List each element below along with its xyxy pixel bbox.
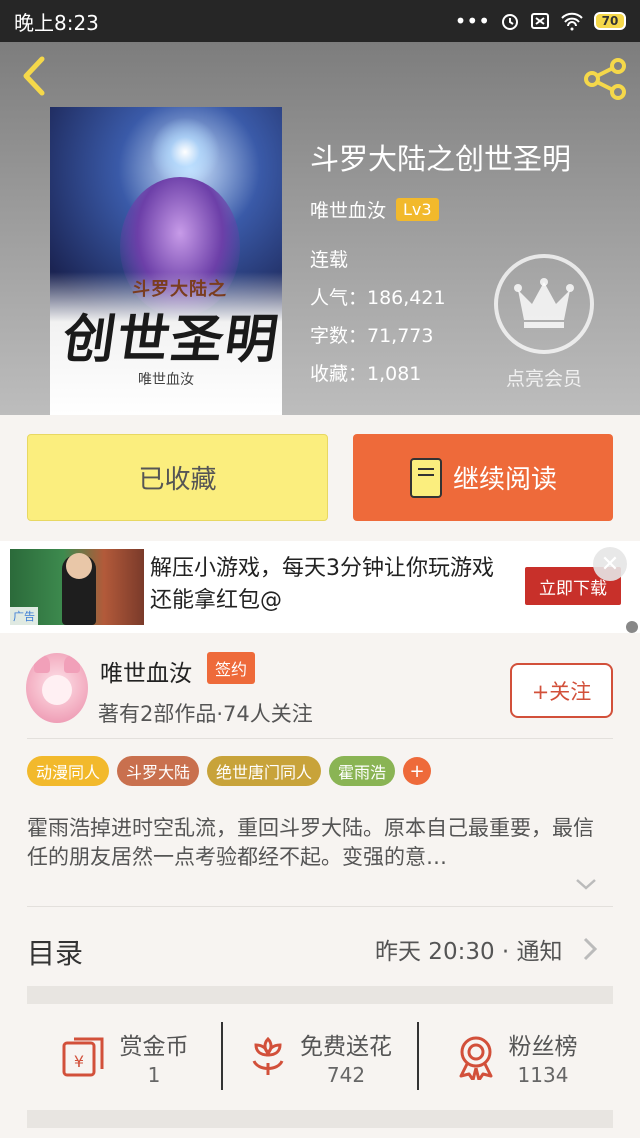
book-cover[interactable]: 斗罗大陆之 创世圣明 唯世血汝: [50, 107, 282, 415]
author-name[interactable]: 唯世血汝: [100, 654, 192, 688]
avatar[interactable]: [26, 653, 88, 723]
more-tags-button[interactable]: +: [403, 757, 432, 785]
chevron-left-icon: [23, 56, 45, 96]
book-title: 斗罗大陆之创世圣明: [310, 142, 572, 176]
book-header: 斗罗大陆之 创世圣明 唯世血汝 斗罗大陆之创世圣明 唯世血汝 Lv3 连载 人气…: [0, 42, 640, 415]
flower-icon: [252, 1036, 284, 1075]
divider: [27, 738, 613, 739]
ad-image: 广告: [10, 549, 144, 625]
section-separator: [27, 1110, 613, 1128]
action-label: 免费送花: [300, 1034, 392, 1060]
cover-author: 唯世血汝: [138, 372, 194, 388]
alarm-icon: [502, 14, 518, 30]
ad-info-icon[interactable]: [626, 621, 638, 633]
collected-button[interactable]: 已收藏: [27, 434, 328, 521]
book-favorites: 收藏：1,081: [310, 363, 422, 385]
book-icon: [409, 457, 442, 498]
action-count: 742: [326, 1063, 366, 1087]
vip-button[interactable]: [494, 254, 594, 354]
action-label: 粉丝榜: [508, 1034, 578, 1060]
tag-list: 动漫同人 斗罗大陆 绝世唐门同人 霍雨浩 +: [27, 756, 432, 786]
wifi-icon: [561, 12, 583, 31]
status-icons: ••• 70: [455, 9, 626, 33]
level-badge: Lv3: [396, 198, 439, 221]
book-status: 连载: [310, 249, 349, 271]
status-time: 晚上8:23: [14, 10, 99, 35]
section-separator: [27, 986, 613, 1004]
svg-text:¥: ¥: [73, 1052, 83, 1071]
support-actions: ¥ 赏金币 1 免费送花 742 粉丝榜 1134: [27, 1022, 613, 1092]
continue-reading-button[interactable]: 继续阅读: [353, 434, 613, 521]
tag-chip[interactable]: 绝世唐门同人: [207, 756, 322, 786]
toc-update-info[interactable]: 昨天 20:30 · 通知: [375, 932, 563, 966]
cover-title: 创世圣明: [59, 309, 282, 370]
back-button[interactable]: [12, 54, 56, 98]
book-author[interactable]: 唯世血汝: [310, 196, 386, 223]
book-word-count: 字数：71,773: [310, 325, 434, 347]
book-author-row: 唯世血汝 Lv3: [310, 196, 439, 223]
book-popularity: 人气：186,421: [310, 287, 446, 309]
divider: [27, 906, 613, 907]
continue-reading-label: 继续阅读: [452, 465, 557, 495]
ad-text: 解压小游戏，每天3分钟让你玩游戏还能拿红包@: [150, 556, 494, 613]
share-icon: [584, 58, 626, 100]
signed-badge: 签约: [207, 652, 256, 684]
reward-coin-icon: ¥: [62, 1037, 103, 1077]
vip-label: 点亮会员: [505, 368, 582, 390]
toc-title[interactable]: 目录: [27, 932, 83, 972]
status-bar: 晚上8:23 ••• 70: [0, 0, 640, 42]
chevron-down-icon[interactable]: [574, 874, 598, 894]
ad-label: 广告: [10, 607, 38, 625]
notification-off-icon: [531, 13, 549, 29]
follow-button[interactable]: +关注: [510, 663, 613, 718]
tag-chip[interactable]: 霍雨浩: [329, 756, 396, 786]
author-meta: 著有2部作品·74人关注: [98, 702, 313, 726]
action-label: 赏金币: [119, 1034, 189, 1060]
tag-chip[interactable]: 斗罗大陆: [117, 756, 200, 786]
ad-close-button[interactable]: ✕: [593, 547, 627, 581]
fan-ranking-button[interactable]: 粉丝榜 1134: [419, 1022, 613, 1092]
reward-coin-button[interactable]: ¥ 赏金币 1: [27, 1022, 221, 1092]
action-count: 1134: [517, 1063, 569, 1087]
battery-icon: 70: [594, 12, 626, 30]
chevron-right-icon[interactable]: [580, 935, 600, 963]
book-description[interactable]: 霍雨浩掉进时空乱流，重回斗罗大陆。原本自己最重要，最信任的朋友居然一点考验都经不…: [27, 814, 613, 872]
medal-icon: [459, 1036, 492, 1080]
tag-chip[interactable]: 动漫同人: [27, 756, 110, 786]
send-flower-button[interactable]: 免费送花 742: [223, 1022, 417, 1092]
crown-icon: [514, 278, 574, 328]
share-button[interactable]: [580, 56, 630, 102]
action-count: 1: [147, 1063, 161, 1087]
more-icon: •••: [454, 9, 490, 33]
